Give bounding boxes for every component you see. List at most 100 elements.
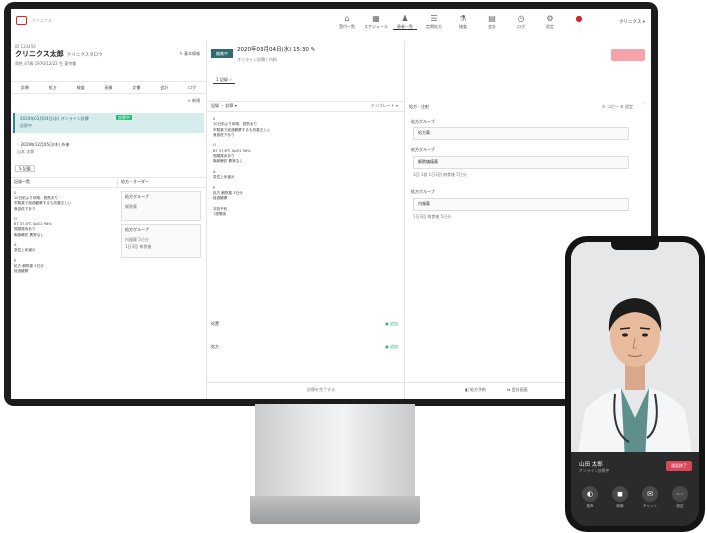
prescription-tools[interactable]: ↻ コピー ⚙ 設定 xyxy=(602,104,633,109)
reserve-button[interactable]: ◧ 処方予約 xyxy=(465,387,486,392)
doctor-video xyxy=(571,242,699,460)
patient-tabs: 診療 処方 検査 画像 文書 会計 ログ xyxy=(11,81,206,94)
editor-footer: 診療を完了する xyxy=(207,382,404,399)
notification-icon: ● xyxy=(575,14,583,23)
patient-kana: クリニクスタロウ xyxy=(66,53,103,58)
group-item[interactable]: 内服薬 xyxy=(413,198,629,211)
patient-meta: 男性 47歳 1976/12/22 生 東京都 xyxy=(15,61,77,66)
record-type-select[interactable]: 記録 ・ 診察 ▾ xyxy=(211,103,237,108)
billing-button[interactable]: ⇆ 会計画面 xyxy=(507,387,528,392)
tab-visits[interactable]: 診療 xyxy=(11,82,39,93)
nav-schedule[interactable]: ▦ スケジュール xyxy=(364,13,388,30)
more-icon: ⋯ xyxy=(672,486,688,502)
prescription-label: 処方 xyxy=(211,344,219,349)
order-card-value: 内服薬 5日分 xyxy=(125,237,149,242)
status-badge: 診察中 xyxy=(116,115,132,121)
caller-name: 山田 太郎 xyxy=(579,462,603,468)
red-action-button[interactable] xyxy=(611,49,645,61)
document-icon: ▤ xyxy=(488,14,496,23)
chat-icon: ✉ xyxy=(642,486,658,502)
complete-visit-button[interactable]: 診療を完了する xyxy=(307,387,335,392)
order-card[interactable]: 処方グループ 内服薬 5日分 1日3回 毎食後 xyxy=(121,224,201,258)
tab-log[interactable]: ログ xyxy=(178,82,206,93)
new-visit-button[interactable]: + 新規 xyxy=(187,98,200,103)
tab-lab[interactable]: 検査 xyxy=(67,82,95,93)
nav-log[interactable]: ◷ ログ xyxy=(509,13,533,30)
more-icon[interactable]: ⋮ xyxy=(637,101,649,106)
tab-billing[interactable]: 会計 xyxy=(150,82,178,93)
karte-list-header: 記録一覧 xyxy=(11,177,117,188)
add-procedure-button[interactable]: ● 追加 xyxy=(385,321,398,326)
call-controls-panel: 山田 太郎 オンライン診療中 通話終了 ◐ 音声 ◼ 映像 ✉ チャット ⋯ 設定 xyxy=(571,452,699,526)
current-visit-item[interactable]: 2020年03月04日(水) オンライン診療 診察中 診察中 xyxy=(13,113,204,133)
logo-text: クリニクス xyxy=(32,18,52,23)
previous-visit-doctor: 山本 太郎 xyxy=(17,149,35,154)
mic-icon: ◐ xyxy=(582,486,598,502)
group-label: 処方グループ xyxy=(411,119,435,124)
phone-notch xyxy=(611,242,659,250)
tab-documents[interactable]: 文書 xyxy=(122,82,150,93)
dosage-row[interactable]: 1日3回 毎食後 5日分 xyxy=(413,214,629,219)
tab-prescriptions[interactable]: 処方 xyxy=(39,82,67,93)
nav-reception[interactable]: ⌂ 受付一覧 xyxy=(335,13,359,30)
mic-button[interactable]: ◐ 音声 xyxy=(578,486,602,509)
video-call-screen: 山田 太郎 オンライン診療中 通話終了 ◐ 音声 ◼ 映像 ✉ チャット ⋯ 設定 xyxy=(571,242,699,526)
editing-chip: 編集中 xyxy=(211,49,233,59)
current-visit-date: 2020年03月04日(水) オンライン診療 xyxy=(20,116,89,121)
soap-button[interactable]: S 記載 xyxy=(15,165,35,173)
group-item[interactable]: 処方薬 xyxy=(413,127,629,140)
nav-prescription[interactable]: ☰ 定期処方 xyxy=(422,13,446,30)
monitor-stand-base xyxy=(250,496,420,524)
order-card-detail: 1日3回 毎食後 xyxy=(125,244,152,249)
add-prescription-button[interactable]: ● 追加 xyxy=(385,344,398,349)
current-visit-sub: 診察中 xyxy=(20,123,32,128)
template-select[interactable]: テンプレート ▾ xyxy=(371,103,398,108)
flask-icon: ⚗ xyxy=(459,14,467,23)
clock-icon: ◷ xyxy=(517,14,525,23)
group-item[interactable]: 解熱鎮痛薬 xyxy=(413,156,629,169)
patient-sidebar: ID 123456 クリニクス太郎 クリニクスタロウ 男性 47歳 1976/12… xyxy=(11,41,207,399)
order-card[interactable]: 処方グループ 解熱薬 xyxy=(121,191,201,221)
user-menu[interactable]: クリニクス ▾ xyxy=(619,20,645,26)
main-nav: ⌂ 受付一覧 ▦ スケジュール ♟ 患者一覧 ☰ 定期処方 ⚗ 検査 ▤ 会計 ◷ ログ ⚙ 設… xyxy=(335,13,591,31)
order-header: 処方・オーダー xyxy=(117,177,207,188)
top-header: クリニクス ⌂ 受付一覧 ▦ スケジュール ♟ 患者一覧 ☰ 定期処方 ⚗ 検査 ▤ 会計 … xyxy=(11,9,651,42)
call-controls: ◐ 音声 ◼ 映像 ✉ チャット ⋯ 設定 xyxy=(578,486,692,509)
gear-icon: ⚙ xyxy=(546,14,554,23)
doctor-portrait-icon xyxy=(571,242,699,460)
nav-notice[interactable]: ● xyxy=(567,13,591,30)
editor-toolbar: 記録 ・ 診察 ▾ テンプレート ▾ xyxy=(207,101,404,112)
dosage-row[interactable]: 1回 1錠 1日3回 毎食後 5日分 xyxy=(413,172,629,177)
home-icon: ⌂ xyxy=(344,14,350,23)
desktop-monitor: クリニクス ⌂ 受付一覧 ▦ スケジュール ♟ 患者一覧 ☰ 定期処方 ⚗ 検査 ▤ 会計 … xyxy=(4,2,658,406)
more-button[interactable]: ⋯ 設定 xyxy=(668,486,692,509)
nav-settings[interactable]: ⚙ 設定 xyxy=(538,13,562,30)
visit-datetime[interactable]: 2020年03月04日(水) 15:30 ✎ xyxy=(237,47,315,54)
procedure-label: 処置 xyxy=(211,321,219,326)
patients-icon: ♟ xyxy=(401,14,409,23)
edit-patient-button[interactable]: ✎ 基本情報 xyxy=(179,51,200,56)
order-card-value: 解熱薬 xyxy=(125,204,137,209)
karte-textarea[interactable]: S 10日前より咳嗽、発熱あり 市販薬で経過観察するも改善乏しい 食欲低下あり … xyxy=(213,117,393,218)
nav-billing[interactable]: ▤ 会計 xyxy=(480,13,504,30)
smartphone: 山田 太郎 オンライン診療中 通話終了 ◐ 音声 ◼ 映像 ✉ チャット ⋯ 設定 xyxy=(565,236,705,532)
ehr-app-screen: クリニクス ⌂ 受付一覧 ▦ スケジュール ♟ 患者一覧 ☰ 定期処方 ⚗ 検査 ▤ 会計 … xyxy=(11,9,651,399)
group-label: 処方グループ xyxy=(411,147,435,152)
monitor-stand xyxy=(255,404,415,499)
chat-button[interactable]: ✉ チャット xyxy=(638,486,662,509)
karte-editor: 編集中 2020年03月04日(水) 15:30 ✎ オンライン診療 | 内科 … xyxy=(207,41,405,399)
tab-images[interactable]: 画像 xyxy=(95,82,123,93)
order-card-title: 処方グループ xyxy=(125,194,149,199)
previous-visit-item[interactable]: ◦ 2019年12月05日(木) 外来 xyxy=(17,142,69,147)
nav-patients[interactable]: ♟ 患者一覧 xyxy=(393,13,417,31)
camera-icon: ◼ xyxy=(612,486,628,502)
list-icon: ☰ xyxy=(430,14,438,23)
nav-lab[interactable]: ⚗ 検査 xyxy=(451,13,475,30)
end-call-button[interactable]: 通話終了 xyxy=(666,461,692,471)
patient-id: ID 123456 xyxy=(15,44,36,49)
karte-text: S 10日前より咳嗽、発熱あり 市販薬で経過観察するも改善乏しい 食欲低下あり … xyxy=(14,191,72,274)
tab-record[interactable]: 1 記録 ✓ xyxy=(213,77,236,85)
camera-button[interactable]: ◼ 映像 xyxy=(608,486,632,509)
prescription-heading: 処方・注射 xyxy=(409,104,429,109)
calendar-icon: ▦ xyxy=(372,14,380,23)
